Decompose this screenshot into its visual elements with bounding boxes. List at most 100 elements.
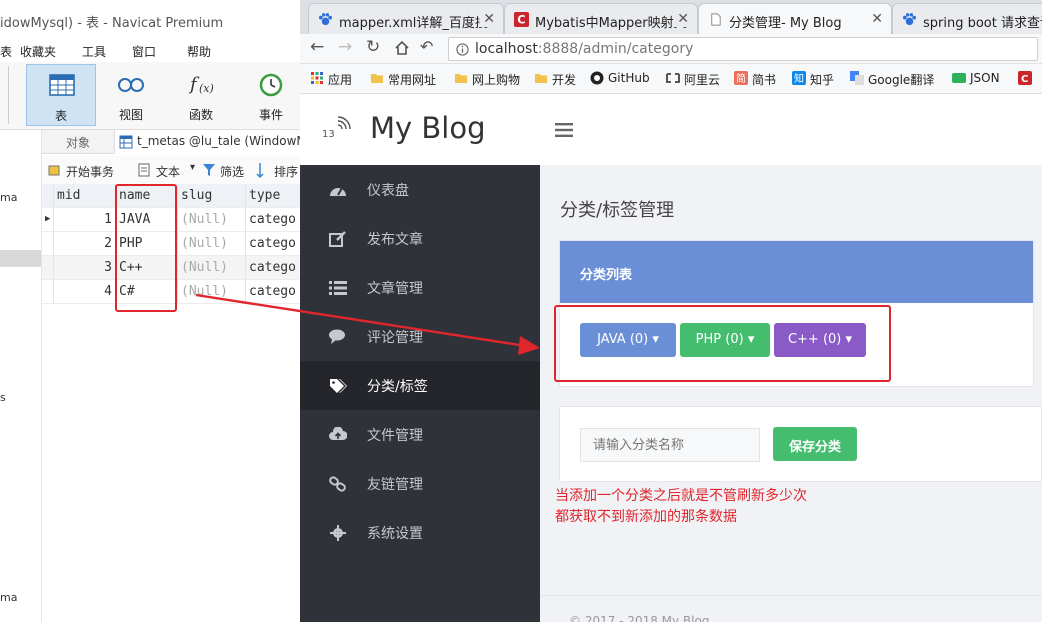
category-name-input[interactable] (580, 428, 760, 462)
browser-tab-strip: mapper.xml详解_百度搜 ✕ C Mybatis中Mapper映射文 ✕… (300, 0, 1042, 34)
c-brand-icon[interactable]: C (1018, 71, 1032, 85)
begin-transaction-button[interactable]: 开始事务 (66, 163, 114, 180)
table-cell[interactable]: (Null) (178, 208, 246, 232)
sidebar-item-categories[interactable]: 分类/标签 (300, 361, 540, 410)
toolbar-divider (8, 66, 9, 124)
table-cell[interactable]: (Null) (178, 232, 246, 256)
navicat-title: idowMysql) - 表 - Navicat Premium (0, 0, 300, 40)
column-header-slug[interactable]: slug (178, 184, 246, 208)
table-cell[interactable]: (Null) (178, 280, 246, 304)
sidebar-item-comments[interactable]: 评论管理 (300, 312, 540, 361)
table-icon (49, 74, 75, 96)
add-category-panel: 保存分类 (559, 406, 1042, 482)
cloud-upload-icon (329, 427, 347, 440)
menu-favorites[interactable]: 收藏夹 (20, 43, 56, 60)
toolbar-table-button[interactable]: 表 (26, 64, 96, 126)
comments-icon (329, 329, 345, 344)
footer-copyright: © 2017 - 2018 My Blog (569, 614, 710, 622)
blog-brand[interactable]: My Blog (370, 111, 486, 145)
folder-icon (535, 74, 547, 83)
toolbar-view-button[interactable]: 视图 (96, 64, 166, 126)
row-header (42, 232, 54, 256)
toolbar-function-button[interactable]: f (x) 函数 (166, 64, 236, 126)
menu-tools[interactable]: 工具 (82, 43, 106, 60)
url-host: localhost (475, 41, 538, 57)
undo-icon[interactable]: ↶ (420, 37, 433, 56)
filter-icon (203, 164, 215, 176)
zhihu-icon: 知 (792, 71, 806, 85)
navicat-toolbar: 表 视图 f (x) 函数 事件 (0, 62, 300, 130)
bookmark-google-translate[interactable]: Google翻译 (850, 71, 934, 88)
table-cell[interactable]: 2 (54, 232, 116, 256)
sidebar-item-articles[interactable]: 文章管理 (300, 263, 540, 312)
sidebar-item-publish[interactable]: 发布文章 (300, 214, 540, 263)
translate-icon (850, 71, 864, 85)
table-icon (119, 135, 133, 149)
tree-fragment: ma (0, 591, 18, 604)
menu-hamburger-icon[interactable] (555, 123, 573, 137)
column-header-mid[interactable]: mid (54, 184, 116, 208)
menu-help[interactable]: 帮助 (187, 43, 211, 60)
table-cell[interactable]: 4 (54, 280, 116, 304)
table-cell[interactable]: catego (246, 280, 300, 304)
table-cell[interactable]: catego (246, 232, 300, 256)
column-header-type[interactable]: type (246, 184, 300, 208)
close-icon[interactable]: ✕ (674, 11, 689, 27)
sidebar-item-files[interactable]: 文件管理 (300, 410, 540, 459)
reload-icon[interactable]: ↻ (366, 37, 380, 57)
text-icon (138, 163, 150, 177)
tree-fragment: s (0, 391, 6, 404)
browser-tab-active[interactable]: 分类管理- My Blog ✕ (698, 3, 892, 34)
sidebar-item-dashboard[interactable]: 仪表盘 (300, 165, 540, 214)
navicat-connection-tree: ma s ma (0, 130, 42, 622)
row-header (42, 256, 54, 280)
tree-selected-row[interactable] (0, 250, 41, 267)
chevron-down-icon[interactable]: ▾ (190, 162, 195, 173)
panel-header: 分类列表 (560, 241, 1033, 303)
table-cell[interactable]: 3 (54, 256, 116, 280)
tags-icon (330, 379, 347, 393)
bookmark-folder[interactable]: 常用网址 (370, 71, 436, 88)
table-cell[interactable]: (Null) (178, 256, 246, 280)
bookmark-zhihu[interactable]: 知知乎 (792, 71, 834, 88)
address-bar[interactable]: localhost:8888/admin/category (448, 37, 1038, 61)
tab-table[interactable]: t_metas @lu_tale (WindowM (114, 130, 307, 154)
toolbar-function-label: 函数 (188, 108, 213, 122)
text-button[interactable]: 文本 (156, 163, 180, 180)
bookmark-aliyun[interactable]: 阿里云 (666, 71, 720, 88)
bookmark-jianshu[interactable]: 简简书 (734, 71, 776, 88)
panel-title: 分类列表 (580, 268, 633, 283)
link-icon (329, 476, 346, 492)
sidebar-item-links[interactable]: 友链管理 (300, 459, 540, 508)
forward-icon[interactable]: → (338, 37, 352, 57)
svg-text:C: C (1021, 74, 1028, 85)
toolbar-event-button[interactable]: 事件 (236, 64, 306, 126)
bookmark-json[interactable]: JSON (952, 71, 1000, 85)
save-category-button[interactable]: 保存分类 (773, 427, 857, 461)
table-cell[interactable]: catego (246, 256, 300, 280)
tab-objects[interactable]: 对象 (66, 134, 90, 151)
browser-tab[interactable]: mapper.xml详解_百度搜 ✕ (308, 3, 504, 34)
menu-window[interactable]: 窗口 (132, 43, 156, 60)
close-icon[interactable]: ✕ (868, 11, 883, 27)
filter-button[interactable]: 筛选 (220, 163, 244, 180)
browser-tab[interactable]: C Mybatis中Mapper映射文 ✕ (504, 3, 698, 34)
page-icon (711, 13, 721, 26)
sort-button[interactable]: 排序 (274, 163, 298, 180)
function-icon: f (x) (188, 74, 214, 95)
menu-table[interactable]: 表 (0, 43, 12, 60)
url-path: :8888/admin/category (537, 41, 694, 57)
close-icon[interactable]: ✕ (480, 11, 495, 27)
home-icon[interactable] (394, 40, 410, 56)
bookmark-apps[interactable]: 应用 (310, 71, 352, 88)
navicat-menubar: 表 收藏夹 工具 窗口 帮助 (0, 40, 300, 62)
browser-tab[interactable]: spring boot 请求查询不 (892, 3, 1042, 34)
bookmark-github[interactable]: GitHub (590, 71, 650, 85)
sidebar-item-settings[interactable]: 系统设置 (300, 508, 540, 557)
back-icon[interactable]: ← (310, 37, 324, 57)
table-cell[interactable]: 1 (54, 208, 116, 232)
bookmark-folder[interactable]: 网上购物 (454, 71, 520, 88)
blog-topbar (540, 95, 1042, 165)
bookmark-folder[interactable]: 开发 (534, 71, 576, 88)
table-cell[interactable]: catego (246, 208, 300, 232)
